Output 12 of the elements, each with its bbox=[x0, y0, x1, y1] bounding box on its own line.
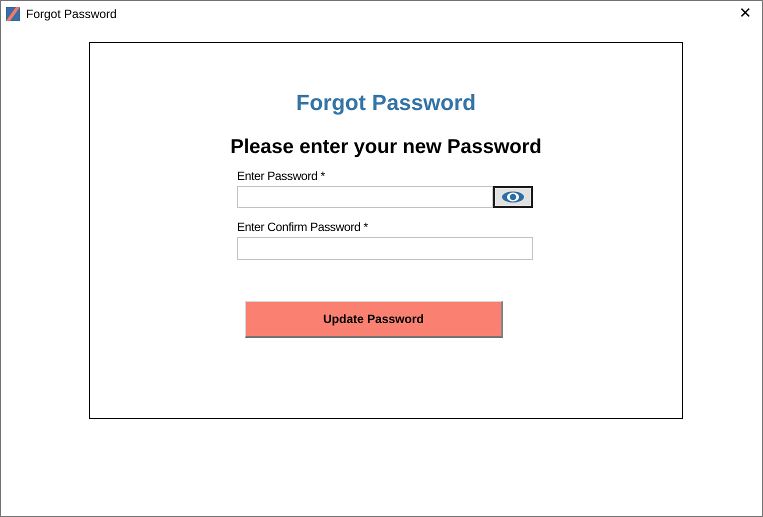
close-button[interactable]: ✕ bbox=[739, 4, 752, 24]
field-label: Enter Confirm Password * bbox=[237, 220, 369, 234]
password-field[interactable] bbox=[237, 237, 533, 260]
update-password-button[interactable]: Update Password bbox=[245, 301, 503, 338]
form-subtitle: Please enter your new Password bbox=[230, 135, 542, 159]
window-title: Forgot Password bbox=[26, 6, 117, 23]
password-field[interactable] bbox=[237, 186, 493, 208]
show-password-button[interactable] bbox=[493, 186, 533, 208]
eye-icon bbox=[501, 191, 525, 203]
field-label: Enter Password * bbox=[237, 169, 326, 183]
app-icon bbox=[6, 7, 20, 21]
form-title: Forgot Password bbox=[296, 89, 476, 117]
